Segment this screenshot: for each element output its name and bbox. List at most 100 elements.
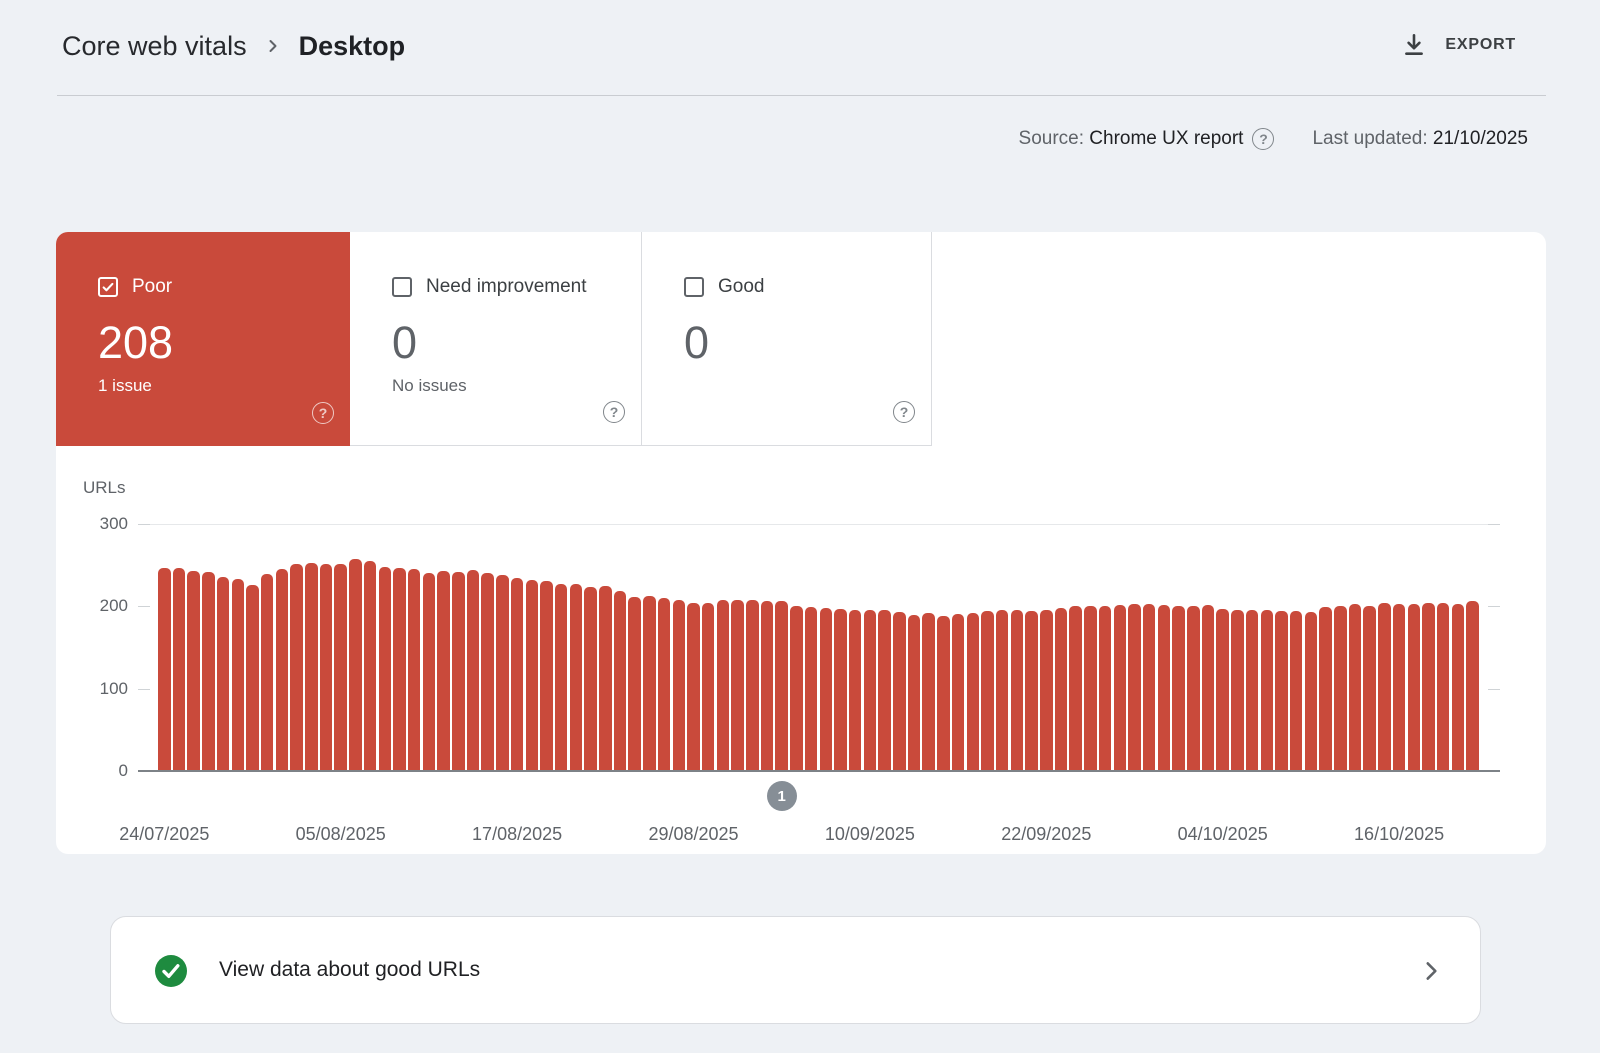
- chart-bar[interactable]: [614, 591, 627, 771]
- chart-bar[interactable]: [1114, 605, 1127, 771]
- chart-bar[interactable]: [393, 568, 406, 771]
- chart-bar[interactable]: [496, 575, 509, 771]
- chart-bar[interactable]: [1349, 604, 1362, 771]
- chart-bar[interactable]: [1290, 611, 1303, 771]
- chart-bar[interactable]: [1305, 612, 1318, 771]
- chart-bar[interactable]: [246, 585, 259, 771]
- chart-bar[interactable]: [1202, 605, 1215, 771]
- chart-bar[interactable]: [1275, 611, 1288, 771]
- chart-bar[interactable]: [1069, 606, 1082, 771]
- chart-bar[interactable]: [232, 579, 245, 771]
- chart-bar[interactable]: [187, 571, 200, 771]
- chart-bar[interactable]: [173, 568, 186, 771]
- chart-bar[interactable]: [290, 564, 303, 771]
- status-card-good[interactable]: Good 0 ?: [642, 232, 932, 446]
- chart-bar[interactable]: [849, 610, 862, 771]
- chart-bar[interactable]: [261, 574, 274, 771]
- chart-bar[interactable]: [481, 573, 494, 771]
- chart-bar[interactable]: [570, 584, 583, 771]
- chart-bar[interactable]: [1231, 610, 1244, 771]
- chart-bar[interactable]: [276, 569, 289, 771]
- chart-bar[interactable]: [967, 613, 980, 771]
- chart-bar[interactable]: [673, 600, 686, 771]
- chart-bar[interactable]: [761, 601, 774, 771]
- chart-bar[interactable]: [1363, 606, 1376, 771]
- chart-bar[interactable]: [364, 561, 377, 771]
- chart-bar[interactable]: [1334, 606, 1347, 771]
- chart-bar[interactable]: [1466, 601, 1479, 771]
- card-help-icon[interactable]: ?: [312, 402, 334, 424]
- chart-bar[interactable]: [217, 577, 230, 771]
- chart-bar[interactable]: [584, 587, 597, 771]
- chart-bar[interactable]: [526, 580, 539, 771]
- status-card-need-improvement[interactable]: Need improvement 0 No issues ?: [350, 232, 642, 446]
- chart-bar[interactable]: [1437, 603, 1450, 771]
- chart-bar[interactable]: [1261, 610, 1274, 771]
- source-help-icon[interactable]: ?: [1252, 128, 1274, 150]
- view-good-urls-card[interactable]: View data about good URLs: [110, 916, 1481, 1024]
- chart-bar[interactable]: [1246, 610, 1259, 771]
- chart-bar[interactable]: [540, 581, 553, 771]
- chart-bar[interactable]: [702, 603, 715, 771]
- card-help-icon[interactable]: ?: [603, 401, 625, 423]
- chart-bar[interactable]: [1187, 606, 1200, 771]
- chart-bar[interactable]: [790, 606, 803, 771]
- chart-bar[interactable]: [437, 571, 450, 771]
- chart-bar[interactable]: [158, 568, 171, 771]
- chart-bar[interactable]: [467, 570, 480, 771]
- chart-bar[interactable]: [746, 600, 759, 771]
- chart-bar[interactable]: [775, 601, 788, 771]
- chart-bar[interactable]: [1216, 609, 1229, 771]
- good-checkbox-icon[interactable]: [684, 277, 704, 297]
- chart-bar[interactable]: [1040, 610, 1053, 771]
- chart-bar[interactable]: [305, 563, 318, 771]
- chart-bar[interactable]: [555, 584, 568, 771]
- chart-bar[interactable]: [834, 609, 847, 771]
- chart-bar[interactable]: [937, 616, 950, 771]
- timeline-annotation-marker[interactable]: 1: [767, 781, 797, 811]
- breadcrumb-root-link[interactable]: Core web vitals: [62, 31, 247, 62]
- chart-bar[interactable]: [996, 610, 1009, 771]
- chart-bar[interactable]: [452, 572, 465, 771]
- chart-bar[interactable]: [805, 607, 818, 771]
- chart-bar[interactable]: [820, 608, 833, 771]
- chart-bar[interactable]: [423, 573, 436, 771]
- chart-bar[interactable]: [1025, 611, 1038, 771]
- chart-bar[interactable]: [687, 603, 700, 771]
- chart-bar[interactable]: [643, 596, 656, 771]
- chart-bar[interactable]: [334, 564, 347, 771]
- chart-bar[interactable]: [628, 597, 641, 771]
- chart-bar[interactable]: [1393, 604, 1406, 771]
- chart-bar[interactable]: [202, 572, 215, 771]
- chart-bar[interactable]: [1172, 606, 1185, 771]
- chart-bar[interactable]: [1158, 605, 1171, 771]
- chart-bar[interactable]: [1011, 610, 1024, 771]
- chart-bar[interactable]: [511, 578, 524, 771]
- chart-bar[interactable]: [731, 600, 744, 771]
- chart-bar[interactable]: [864, 610, 877, 771]
- chart-bar[interactable]: [878, 610, 891, 771]
- card-help-icon[interactable]: ?: [893, 401, 915, 423]
- need-improvement-checkbox-icon[interactable]: [392, 277, 412, 297]
- chart-bar[interactable]: [1422, 603, 1435, 771]
- chart-bar[interactable]: [922, 613, 935, 771]
- chart-bar[interactable]: [320, 564, 333, 771]
- chart-bar[interactable]: [379, 567, 392, 771]
- chart-bar[interactable]: [1452, 604, 1465, 771]
- chart-bar[interactable]: [599, 586, 612, 771]
- chart-bar[interactable]: [1084, 606, 1097, 771]
- chart-bar[interactable]: [893, 612, 906, 771]
- chart-bar[interactable]: [408, 569, 421, 771]
- chart-bar[interactable]: [1055, 608, 1068, 771]
- chart-bar[interactable]: [658, 598, 671, 771]
- status-card-poor[interactable]: Poor 208 1 issue ?: [56, 232, 350, 446]
- chart-bar[interactable]: [1408, 604, 1421, 771]
- poor-checkbox-checked-icon[interactable]: [98, 277, 118, 297]
- chart-bar[interactable]: [908, 615, 921, 771]
- chart-bar[interactable]: [349, 559, 362, 771]
- chart-bar[interactable]: [1143, 604, 1156, 771]
- chart-bar[interactable]: [1319, 607, 1332, 771]
- chart-bar[interactable]: [1099, 606, 1112, 771]
- chart-bar[interactable]: [1378, 603, 1391, 771]
- export-button[interactable]: EXPORT: [1401, 26, 1516, 64]
